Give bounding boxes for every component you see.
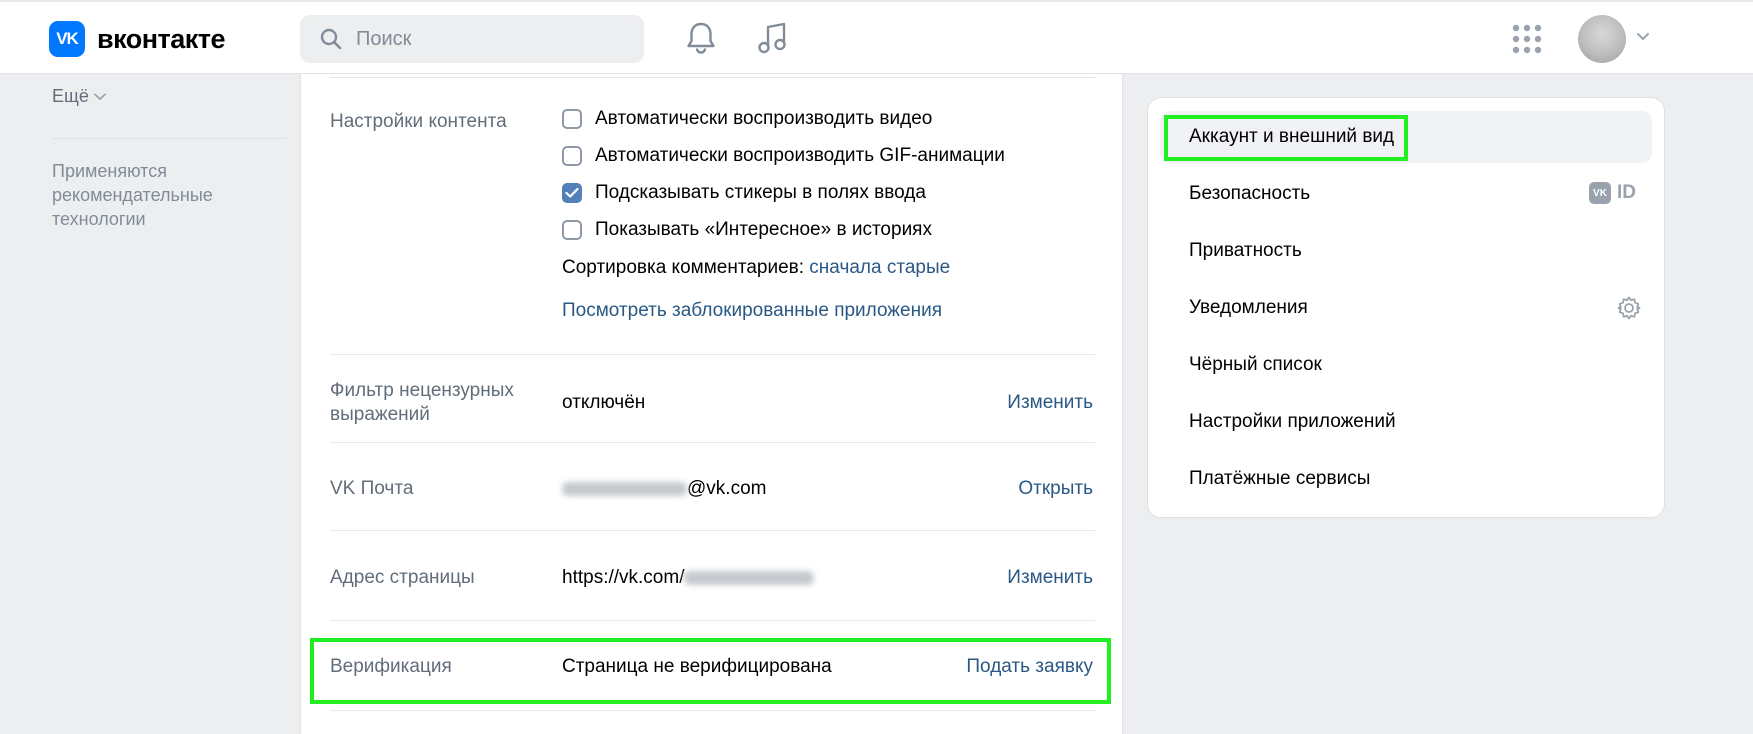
checkbox-autoplay-video[interactable]: Автоматически воспроизводить видео — [562, 108, 932, 130]
side-item-privacy[interactable]: Приватность — [1160, 225, 1652, 277]
settings-panel: Настройки контента Автоматически воспрои… — [300, 74, 1123, 734]
vk-mail-open-link[interactable]: Открыть — [1018, 477, 1093, 501]
chevron-down-icon — [93, 93, 106, 100]
checkbox-box[interactable] — [562, 220, 582, 240]
side-item-label: Приватность — [1189, 240, 1302, 261]
comment-sort-row: Сортировка комментариев: сначала старые — [562, 256, 950, 280]
side-item-blacklist[interactable]: Чёрный список — [1160, 339, 1652, 391]
divider — [330, 710, 1095, 711]
divider — [330, 530, 1095, 531]
bell-icon[interactable] — [684, 20, 718, 56]
logo-text: вконтакте — [97, 23, 226, 54]
blurred-username — [562, 481, 687, 496]
side-item-payments[interactable]: Платёжные сервисы — [1160, 453, 1652, 505]
vk-logo-icon: VK — [49, 21, 85, 57]
apps-grid-icon[interactable] — [1512, 24, 1542, 54]
profanity-filter-value: отключён — [562, 392, 646, 413]
checkbox-box[interactable] — [562, 109, 582, 129]
search-input[interactable] — [354, 26, 618, 52]
checkbox-box-checked[interactable] — [562, 183, 582, 203]
side-item-label: Безопасность — [1189, 183, 1311, 204]
checkbox-label: Показывать «Интересное» в историях — [595, 219, 932, 240]
blurred-username — [684, 570, 815, 585]
page-address-change-link[interactable]: Изменить — [1007, 566, 1093, 590]
recommendation-note[interactable]: Применяются рекомендательные технологии — [52, 159, 272, 231]
checkbox-autoplay-gif[interactable]: Автоматически воспроизводить GIF-анимаци… — [562, 145, 1005, 167]
more-menu[interactable]: Ещё — [52, 86, 107, 107]
side-item-label: Настройки приложений — [1189, 411, 1396, 432]
divider — [330, 77, 1095, 78]
left-divider — [52, 138, 286, 139]
checkbox-sticker-hints[interactable]: Подсказывать стикеры в полях ввода — [562, 182, 926, 204]
account-highlight — [1164, 115, 1408, 161]
music-icon[interactable] — [756, 20, 790, 56]
vk-mail-label: VK Почта — [330, 478, 414, 499]
gear-icon[interactable] — [1616, 295, 1642, 321]
content-settings-label: Настройки контента — [330, 111, 507, 132]
divider — [330, 620, 1095, 621]
page-address-value: https://vk.com/ — [562, 566, 815, 590]
side-item-security[interactable]: Безопасность VK ID — [1160, 168, 1652, 220]
side-item-notifications[interactable]: Уведомления — [1160, 282, 1652, 334]
search-icon — [320, 28, 342, 50]
chevron-down-icon[interactable] — [1636, 32, 1650, 42]
side-item-label: Платёжные сервисы — [1189, 468, 1371, 489]
checkbox-box[interactable] — [562, 146, 582, 166]
page-address-label: Адрес страницы — [330, 567, 475, 588]
side-item-app-settings[interactable]: Настройки приложений — [1160, 396, 1652, 448]
checkmark-icon — [565, 187, 579, 198]
search-box[interactable] — [300, 15, 644, 63]
profanity-filter-change-link[interactable]: Изменить — [1007, 391, 1093, 415]
vk-mail-domain: @vk.com — [687, 478, 767, 499]
checkbox-label: Автоматически воспроизводить видео — [595, 108, 933, 129]
page-address-prefix: https://vk.com/ — [562, 567, 685, 588]
checkbox-label: Автоматически воспроизводить GIF-анимаци… — [595, 145, 1005, 166]
divider — [330, 442, 1095, 443]
divider — [330, 354, 1095, 355]
vk-logo[interactable]: VK вконтакте — [49, 21, 226, 57]
vk-id-icon: VK — [1589, 182, 1611, 204]
verification-highlight — [310, 638, 1111, 704]
blocked-apps-link[interactable]: Посмотреть заблокированные приложения — [562, 299, 942, 323]
avatar[interactable] — [1578, 15, 1626, 63]
checkbox-label: Подсказывать стикеры в полях ввода — [595, 182, 926, 203]
more-label: Ещё — [52, 86, 89, 106]
vk-mail-value: @vk.com — [562, 477, 766, 501]
profanity-filter-label: Фильтр нецензурных выражений — [330, 380, 514, 425]
side-item-label: Чёрный список — [1189, 354, 1322, 375]
top-bar: VK вконтакте — [0, 0, 1753, 74]
vk-id-badge: VK ID — [1589, 182, 1636, 204]
side-item-label: Уведомления — [1189, 297, 1308, 318]
checkbox-interesting-stories[interactable]: Показывать «Интересное» в историях — [562, 219, 932, 241]
comment-sort-link[interactable]: сначала старые — [809, 257, 950, 278]
comment-sort-label: Сортировка комментариев: — [562, 257, 805, 278]
vk-id-text: ID — [1617, 182, 1636, 203]
